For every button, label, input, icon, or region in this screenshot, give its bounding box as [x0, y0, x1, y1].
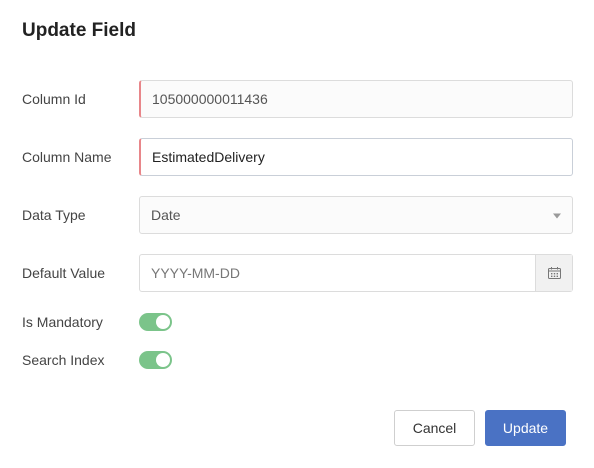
column-name-value[interactable]: EstimatedDelivery: [152, 149, 265, 165]
column-id-value: 105000000011436: [152, 91, 268, 107]
search-index-label: Search Index: [22, 352, 105, 368]
data-type-label: Data Type: [22, 207, 86, 223]
cancel-button[interactable]: Cancel: [394, 410, 475, 446]
calendar-button[interactable]: [535, 255, 572, 291]
is-mandatory-label: Is Mandatory: [22, 314, 103, 330]
search-index-row: Search Index: [0, 341, 594, 379]
default-value-row: Default Value: [0, 254, 594, 292]
dialog-title: Update Field: [22, 20, 137, 41]
is-mandatory-toggle[interactable]: [139, 313, 172, 331]
toggle-knob: [156, 315, 170, 329]
data-type-value: Date: [151, 207, 181, 223]
update-field-dialog: Update Field Column Id 105000000011436 C…: [0, 0, 594, 468]
chevron-down-icon: [553, 213, 561, 219]
default-value-label: Default Value: [22, 265, 106, 281]
search-index-toggle[interactable]: [139, 351, 172, 369]
column-name-field[interactable]: EstimatedDelivery: [139, 138, 573, 176]
calendar-icon: [547, 267, 561, 279]
column-id-label: Column Id: [22, 91, 86, 107]
column-name-row: Column Name EstimatedDelivery: [0, 138, 594, 176]
data-type-select[interactable]: Date: [139, 196, 573, 234]
column-name-label: Column Name: [22, 149, 112, 165]
update-button[interactable]: Update: [485, 410, 566, 446]
data-type-row: Data Type Date: [0, 196, 594, 234]
column-id-row: Column Id 105000000011436: [0, 80, 594, 118]
toggle-knob: [156, 353, 170, 367]
default-value-input[interactable]: [151, 255, 511, 291]
column-id-field: 105000000011436: [139, 80, 573, 118]
default-value-field: [139, 254, 573, 292]
is-mandatory-row: Is Mandatory: [0, 303, 594, 341]
